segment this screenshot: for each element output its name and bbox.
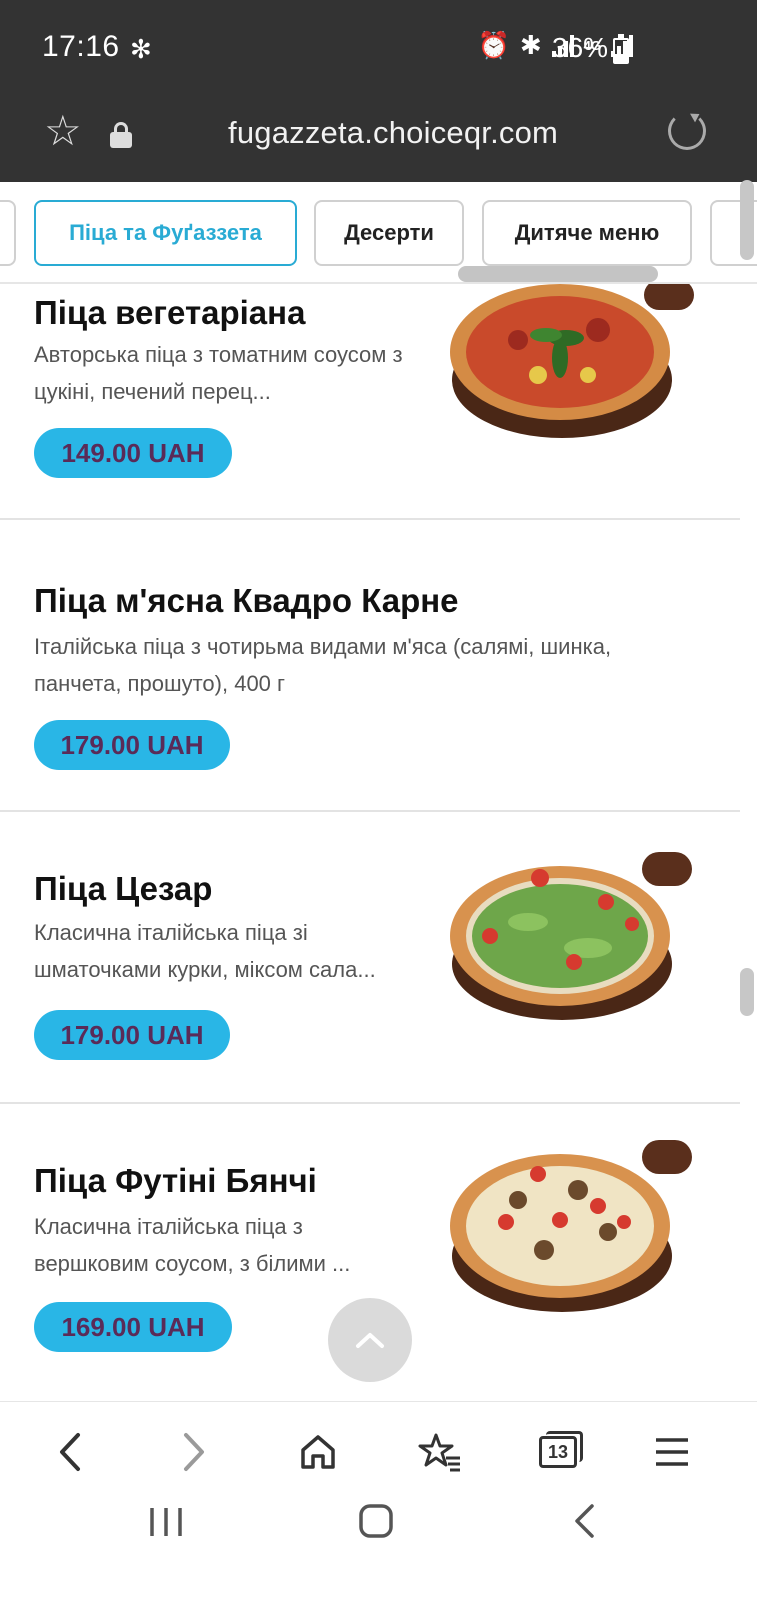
bookmark-star-icon[interactable]: ☆	[44, 110, 82, 152]
menu-button[interactable]	[642, 1422, 702, 1482]
hamburger-menu-icon	[656, 1438, 688, 1466]
system-home-button[interactable]	[358, 1503, 394, 1539]
tab-pizza[interactable]: Піца та Фуґаззета	[34, 200, 297, 266]
item-title: Піца Футіні Бянчі	[34, 1162, 317, 1199]
system-home-icon	[359, 1504, 393, 1538]
pizza-image	[450, 1140, 692, 1312]
pizza-image	[450, 284, 694, 438]
scroll-to-top-button[interactable]	[328, 1298, 412, 1382]
menu-item[interactable]: Піца вегетаріана Авторська піца з томатн…	[0, 284, 740, 520]
system-back-button[interactable]	[572, 1503, 596, 1539]
browser-address-bar: ☆ fugazzeta.choiceqr.com	[0, 100, 757, 182]
tab-kids-menu[interactable]: Дитяче меню	[482, 200, 692, 266]
bookmarks-button[interactable]	[410, 1422, 470, 1482]
battery-fill	[615, 54, 627, 62]
tabs-scrollbar[interactable]	[458, 266, 658, 282]
status-time: 17:16	[42, 30, 120, 63]
tab-previous-partial[interactable]	[0, 200, 16, 266]
chevron-left-icon	[60, 1433, 80, 1471]
page-scrollbar-top[interactable]	[740, 180, 754, 260]
battery-icon	[613, 34, 629, 64]
status-bar: 17:16 ✻ ⏰ ✱ 4G 36%	[0, 0, 757, 100]
item-title: Піца м'ясна Квадро Карне	[34, 582, 459, 619]
system-navigation-bar	[0, 1501, 757, 1600]
snowflake-icon: ✻	[130, 34, 152, 64]
chevron-up-icon	[356, 1333, 384, 1348]
tabs-button[interactable]: 13	[528, 1422, 588, 1482]
price-badge: 169.00 UAH	[34, 1302, 232, 1352]
alarm-icon: ⏰	[477, 30, 510, 60]
home-icon	[301, 1435, 335, 1469]
price-badge: 179.00 UAH	[34, 720, 230, 770]
lock-icon[interactable]	[110, 122, 132, 148]
pizza-image	[450, 852, 692, 1020]
home-button[interactable]	[288, 1422, 348, 1482]
reload-icon[interactable]	[668, 112, 706, 150]
item-title: Піца Цезар	[34, 870, 213, 907]
bookmarks-star-icon	[418, 1433, 460, 1472]
back-button[interactable]	[40, 1422, 100, 1482]
tab-desserts[interactable]: Десерти	[314, 200, 464, 266]
menu-list: Піца вегетаріана Авторська піца з томатн…	[0, 284, 740, 1401]
price-badge: 149.00 UAH	[34, 428, 232, 478]
forward-button[interactable]	[164, 1422, 224, 1482]
menu-item[interactable]: Піца Цезар Класична італійська піца зі ш…	[0, 812, 740, 1104]
chevron-right-icon	[184, 1433, 204, 1471]
tab-count: 13	[539, 1431, 583, 1468]
url-field[interactable]: fugazzeta.choiceqr.com	[228, 115, 558, 151]
item-description: Класична італійська піца зі шматочками к…	[34, 920, 376, 982]
recent-apps-icon	[150, 1508, 182, 1536]
battery-percent: 36%	[552, 32, 609, 63]
browser-toolbar: 13	[0, 1401, 757, 1501]
price-badge: 179.00 UAH	[34, 1010, 230, 1060]
bluetooth-icon: ✱	[519, 30, 542, 60]
system-back-icon	[575, 1504, 594, 1538]
recent-apps-button[interactable]	[148, 1506, 184, 1538]
item-description: Авторська піца з томатним соусом з цукін…	[34, 342, 403, 404]
item-description: Класична італійська піца з вершковим соу…	[34, 1214, 351, 1276]
category-tabs: Піца та Фуґаззета Десерти Дитяче меню	[0, 182, 757, 284]
item-title: Піца вегетаріана	[34, 294, 306, 331]
page-scrollbar-thumb[interactable]	[740, 968, 754, 1016]
menu-item[interactable]: Піца м'ясна Квадро Карне Італійська піца…	[0, 520, 740, 812]
item-description: Італійська піца з чотирьма видами м'яса …	[34, 634, 612, 696]
